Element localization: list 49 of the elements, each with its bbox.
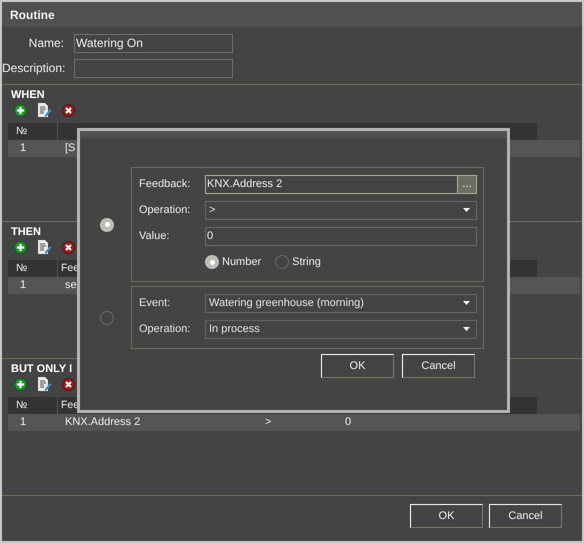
table-cell: 1 xyxy=(20,279,26,291)
dialog-button[interactable]: Cancel xyxy=(489,504,562,528)
dropdown[interactable]: > xyxy=(205,200,477,220)
dialog-button[interactable]: OK xyxy=(410,504,483,528)
field-label: Operation: xyxy=(139,202,192,218)
field-label: Name: xyxy=(28,35,65,52)
field-label: Value: xyxy=(139,228,170,244)
table-cell: [S xyxy=(65,142,76,154)
table-cell: > xyxy=(265,416,272,428)
window-title: Routine xyxy=(10,6,55,24)
value-field[interactable]: 0 xyxy=(205,226,477,246)
caret-icon xyxy=(463,327,470,331)
radio-button[interactable] xyxy=(275,255,290,269)
edit-icon[interactable] xyxy=(37,240,52,254)
section-title: WHEN xyxy=(11,88,45,102)
field-label: Description: xyxy=(2,60,66,77)
add-icon[interactable] xyxy=(14,104,27,116)
edit-icon[interactable] xyxy=(37,377,52,391)
add-icon[interactable] xyxy=(14,378,27,390)
browse-button[interactable]: ... xyxy=(457,176,476,192)
table-cell: KNX.Address 2 xyxy=(65,416,140,428)
radio-button[interactable] xyxy=(205,255,219,269)
name-field[interactable]: Watering On xyxy=(74,34,233,52)
dialog-button[interactable]: OK xyxy=(321,354,394,378)
radio-button[interactable] xyxy=(100,310,114,324)
field-label: Event: xyxy=(139,296,172,311)
table-cell: 0 xyxy=(345,416,352,428)
table-cell: 1 xyxy=(20,416,26,428)
add-icon[interactable] xyxy=(14,240,27,254)
section-title: THEN xyxy=(11,225,41,239)
feedback-field[interactable]: KNX.Address 2 ... xyxy=(205,174,477,194)
dropdown[interactable]: In process xyxy=(205,320,477,338)
delete-icon[interactable] xyxy=(62,378,75,390)
dialog-button[interactable]: Cancel xyxy=(402,354,475,378)
section-title: BUT ONLY I xyxy=(11,362,72,376)
radio-button[interactable] xyxy=(100,218,114,232)
caret-icon xyxy=(463,208,470,212)
delete-icon[interactable] xyxy=(62,104,75,116)
field-label: Feedback: xyxy=(139,176,192,192)
delete-icon[interactable] xyxy=(62,240,75,254)
table-cell: 1 xyxy=(20,142,26,154)
edit-icon[interactable] xyxy=(37,103,52,117)
table-cell: se xyxy=(65,279,77,291)
radio-label: String xyxy=(292,254,321,270)
description-field[interactable] xyxy=(74,58,233,78)
table-row[interactable]: 1 KNX.Address 2 > 0 xyxy=(8,414,580,431)
caret-icon xyxy=(463,301,470,305)
field-label: Operation: xyxy=(139,322,192,337)
dropdown[interactable]: Watering greenhouse (morning) xyxy=(205,294,477,312)
